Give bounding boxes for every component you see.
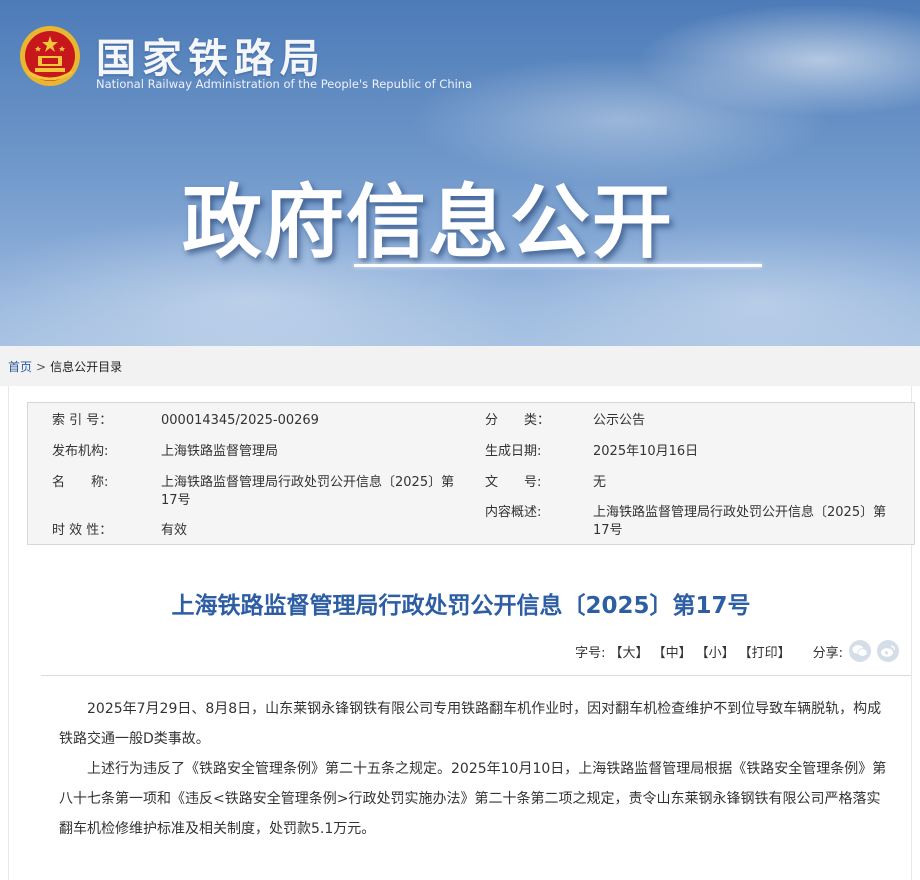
national-emblem-icon[interactable] <box>18 24 82 88</box>
validity-label: 时 效 性： <box>52 523 113 538</box>
banner-underline <box>354 264 762 267</box>
font-size-label: 字号: <box>575 645 606 661</box>
article-body: 2025年7月29日、8月8日，山东莱钢永锋钢铁有限公司专用铁路翻车机作业时，因… <box>59 694 889 844</box>
breadcrumb-current[interactable]: 信息公开目录 <box>50 360 122 374</box>
article-paragraph: 上述行为违反了《铁路安全管理条例》第二十五条之规定。2025年10月10日，上海… <box>59 761 887 837</box>
category-value: 公示公告 <box>593 413 646 428</box>
banner-title: 政府信息公开 <box>182 176 674 269</box>
article-title: 上海铁路监督管理局行政处罚公开信息〔2025〕第17号 <box>171 593 751 619</box>
metadata-table: 索 引 号： 000014345/2025-00269 分 类： 公示公告 发布… <box>27 402 915 545</box>
breadcrumb-separator: > <box>36 360 47 374</box>
name-value-line1: 上海铁路监督管理局行政处罚公开信息〔2025〕第 <box>161 475 455 490</box>
breadcrumb: 首页 > 信息公开目录 <box>0 346 920 375</box>
site-name-english: National Railway Administration of the P… <box>96 77 473 91</box>
doc-no-value: 无 <box>593 475 607 490</box>
doc-no-label: 文 号: <box>485 475 542 490</box>
publisher-label: 发布机构: <box>52 444 109 459</box>
content-frame: 索 引 号： 000014345/2025-00269 分 类： 公示公告 发布… <box>8 386 915 880</box>
print-button[interactable]: 【打印】 <box>739 642 791 661</box>
breadcrumb-bar: 首页 > 信息公开目录 <box>0 346 920 386</box>
index-no-label: 索 引 号： <box>52 413 113 428</box>
font-size-small-button[interactable]: 【小】 <box>696 642 735 661</box>
name-value-line2: 17号 <box>161 493 191 508</box>
summary-label: 内容概述: <box>485 505 542 520</box>
breadcrumb-home-link[interactable]: 首页 <box>8 360 32 374</box>
site-name[interactable]: 国家铁路局 <box>96 26 326 84</box>
summary-value-line2: 17号 <box>593 523 623 538</box>
publisher-value: 上海铁路监督管理局 <box>161 444 279 459</box>
share-label: 分享: <box>812 645 843 661</box>
date-label: 生成日期: <box>485 444 542 459</box>
article-paragraph: 2025年7月29日、8月8日，山东莱钢永锋钢铁有限公司专用铁路翻车机作业时，因… <box>59 701 882 747</box>
title-divider <box>41 675 911 676</box>
summary-value-line1: 上海铁路监督管理局行政处罚公开信息〔2025〕第 <box>593 505 887 520</box>
category-label: 分 类： <box>485 413 551 428</box>
index-no-value: 000014345/2025-00269 <box>161 413 319 428</box>
weibo-icon[interactable] <box>877 640 899 662</box>
font-size-medium-button[interactable]: 【中】 <box>653 642 692 661</box>
date-value: 2025年10月16日 <box>593 444 699 459</box>
name-label: 名 称: <box>52 475 109 490</box>
wechat-icon[interactable] <box>849 640 871 662</box>
article-toolbar: 字号: 【大】 【中】 【小】 【打印】 分享: <box>575 640 899 662</box>
validity-value: 有效 <box>161 523 188 538</box>
header-banner: 国家铁路局 National Railway Administration of… <box>0 0 920 346</box>
font-size-large-button[interactable]: 【大】 <box>610 642 649 661</box>
